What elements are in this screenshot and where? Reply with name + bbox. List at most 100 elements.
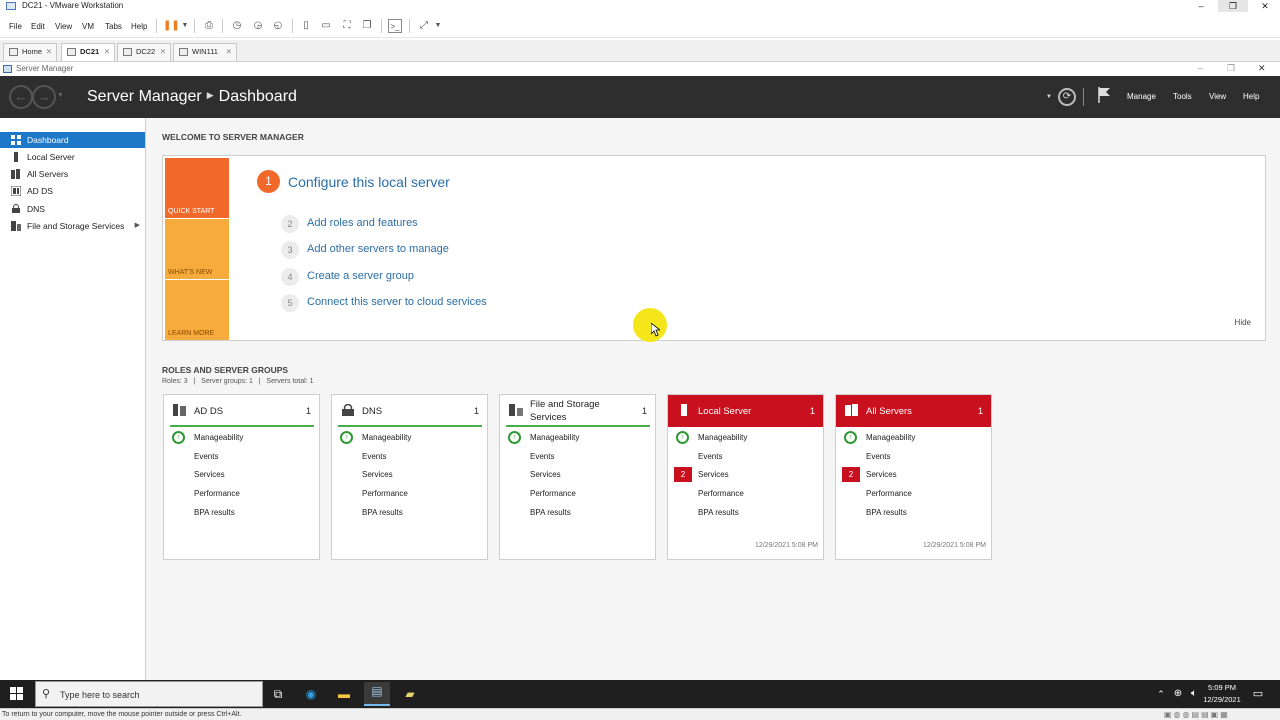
row-performance[interactable]: Performance xyxy=(194,489,240,498)
send-ctrl-alt-del-icon[interactable]: ⎙ xyxy=(202,19,216,33)
clock-time[interactable]: 5:09 PM xyxy=(1200,683,1244,692)
menu-tools[interactable]: Tools xyxy=(1173,92,1192,101)
row-services[interactable]: Services xyxy=(194,470,225,479)
tile-learn-more[interactable]: LEARN MORE xyxy=(165,280,229,340)
sidebar-item-dashboard[interactable]: Dashboard xyxy=(0,132,145,148)
menu-edit[interactable]: Edit xyxy=(31,22,45,31)
services-alert-badge[interactable]: 2 xyxy=(842,467,860,482)
row-events[interactable]: Events xyxy=(194,452,218,461)
close-icon[interactable]: ✕ xyxy=(46,44,52,60)
row-manageability[interactable]: Manageability xyxy=(530,433,579,442)
row-events[interactable]: Events xyxy=(530,452,554,461)
configure-local-server-link[interactable]: Configure this local server xyxy=(288,174,450,190)
tile-header[interactable]: AD DS 1 xyxy=(164,395,319,427)
tile-quick-start[interactable]: QUICK START xyxy=(165,158,229,218)
role-tile-dns[interactable]: DNS 1 ↑ Manageability Events Services Pe… xyxy=(331,394,488,560)
chevron-down-icon[interactable]: ▼ xyxy=(431,19,445,33)
unity-icon[interactable]: ❒ xyxy=(360,19,374,33)
back-icon[interactable]: ← xyxy=(9,85,33,109)
role-tile-file-storage[interactable]: File and Storage Services 1 ↑ Manageabili… xyxy=(499,394,656,560)
task-view-icon[interactable]: ⧉ xyxy=(269,685,287,703)
notifications-flag-icon[interactable] xyxy=(1097,86,1111,104)
sidebar-item-ad-ds[interactable]: AD DS xyxy=(0,183,145,199)
chevron-up-icon[interactable]: ⌃ xyxy=(1152,685,1170,703)
close-icon[interactable]: ✕ xyxy=(226,44,232,60)
row-manageability[interactable]: Manageability xyxy=(866,433,915,442)
role-tile-local-server[interactable]: Local Server 1 ↑ Manageability Events 2 … xyxy=(667,394,824,560)
sidebar-item-dns[interactable]: DNS xyxy=(0,201,145,217)
tab-dc22[interactable]: DC22 ✕ xyxy=(117,43,171,61)
row-bpa-results[interactable]: BPA results xyxy=(866,508,907,517)
row-manageability[interactable]: Manageability xyxy=(362,433,411,442)
restore-icon[interactable]: ❐ xyxy=(1227,63,1235,74)
thumbnail-icon[interactable]: ▭ xyxy=(319,19,333,33)
edge-icon[interactable]: ◉ xyxy=(302,685,320,703)
role-tile-ad-ds[interactable]: AD DS 1 ↑ Manageability Events Services … xyxy=(163,394,320,560)
row-performance[interactable]: Performance xyxy=(530,489,576,498)
revert-snapshot-icon[interactable]: ◶ xyxy=(251,19,265,33)
tab-home[interactable]: Home ✕ xyxy=(3,43,57,61)
chevron-down-icon[interactable]: ▼ xyxy=(57,92,64,99)
row-bpa-results[interactable]: BPA results xyxy=(194,508,235,517)
row-bpa-results[interactable]: BPA results xyxy=(698,508,739,517)
snapshot-icon[interactable]: ◷ xyxy=(230,19,244,33)
row-events[interactable]: Events xyxy=(698,452,722,461)
console-icon[interactable]: >_ xyxy=(388,19,402,33)
menu-manage[interactable]: Manage xyxy=(1127,92,1156,101)
menu-help[interactable]: Help xyxy=(1243,92,1259,101)
fullscreen-icon[interactable]: ⛶ xyxy=(340,19,354,33)
clock-date[interactable]: 12/29/2021 xyxy=(1200,695,1244,704)
show-library-icon[interactable]: ▯ xyxy=(299,19,313,33)
role-tile-all-servers[interactable]: All Servers 1 ↑ Manageability Events 2 S… xyxy=(835,394,992,560)
row-manageability[interactable]: Manageability xyxy=(698,433,747,442)
add-servers-link[interactable]: Add other servers to manage xyxy=(307,243,449,255)
forward-icon[interactable]: → xyxy=(32,85,56,109)
snapshot-manager-icon[interactable]: ◵ xyxy=(271,19,285,33)
row-services[interactable]: Services xyxy=(362,470,393,479)
menu-tabs[interactable]: Tabs xyxy=(105,22,122,31)
tab-win111[interactable]: WIN111 ✕ xyxy=(173,43,237,61)
row-bpa-results[interactable]: BPA results xyxy=(530,508,571,517)
row-manageability[interactable]: Manageability xyxy=(194,433,243,442)
menu-file[interactable]: File xyxy=(9,22,22,31)
close-icon[interactable]: ✕ xyxy=(1258,63,1266,74)
minimize-icon[interactable]: – xyxy=(1186,0,1216,12)
file-explorer-icon[interactable]: ▬ xyxy=(335,685,353,703)
menu-vm[interactable]: VM xyxy=(82,22,94,31)
sidebar-item-file-storage[interactable]: File and Storage Services ▶ xyxy=(0,218,145,234)
add-roles-link[interactable]: Add roles and features xyxy=(307,217,418,229)
refresh-icon[interactable]: ⟳ xyxy=(1058,88,1076,106)
sidebar-item-local-server[interactable]: Local Server xyxy=(0,149,145,165)
row-performance[interactable]: Performance xyxy=(866,489,912,498)
close-icon[interactable]: ✕ xyxy=(160,44,166,60)
create-server-group-link[interactable]: Create a server group xyxy=(307,270,414,282)
menu-view[interactable]: View xyxy=(1209,92,1226,101)
close-icon[interactable]: ✕ xyxy=(104,44,110,60)
tab-dc21[interactable]: DC21 ✕ xyxy=(61,43,115,61)
chevron-down-icon[interactable]: ▼ xyxy=(178,19,192,33)
menu-view[interactable]: View xyxy=(55,22,72,31)
stretch-icon[interactable]: ⤢ xyxy=(417,19,431,33)
tile-header[interactable]: Local Server 1 xyxy=(668,395,823,427)
tile-header[interactable]: All Servers 1 xyxy=(836,395,991,427)
app-taskbar-icon[interactable]: ▰ xyxy=(401,685,419,703)
row-bpa-results[interactable]: BPA results xyxy=(362,508,403,517)
services-alert-badge[interactable]: 2 xyxy=(674,467,692,482)
row-performance[interactable]: Performance xyxy=(698,489,744,498)
tile-whats-new[interactable]: WHAT'S NEW xyxy=(165,219,229,279)
close-icon[interactable]: ✕ xyxy=(1250,0,1280,12)
tile-header[interactable]: File and Storage Services 1 xyxy=(500,395,655,427)
device-status-icons[interactable]: ▣◍◍▤▤▣▦ xyxy=(1164,710,1230,719)
pause-icon[interactable]: ❚❚ xyxy=(163,19,180,33)
menu-help[interactable]: Help xyxy=(131,22,147,31)
row-services[interactable]: Services xyxy=(866,470,897,479)
breadcrumb-app[interactable]: Server Manager xyxy=(87,88,202,105)
hide-link[interactable]: Hide xyxy=(1235,318,1251,327)
taskbar-search-box[interactable]: ⚲ Type here to search xyxy=(35,681,263,707)
minimize-icon[interactable]: – xyxy=(1198,63,1203,73)
server-manager-taskbar-icon[interactable]: ▤ xyxy=(364,682,390,706)
row-services[interactable]: Services xyxy=(698,470,729,479)
notification-center-icon[interactable]: ▭ xyxy=(1249,685,1267,703)
row-services[interactable]: Services xyxy=(530,470,561,479)
restore-icon[interactable]: ❐ xyxy=(1218,0,1248,12)
